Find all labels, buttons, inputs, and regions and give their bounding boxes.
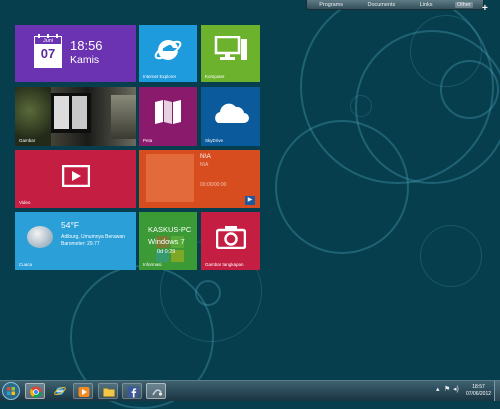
explorer-taskbar-button[interactable] [98, 383, 118, 399]
background-ring [195, 280, 221, 306]
folder-icon [103, 388, 115, 397]
weather-tile[interactable]: 54°F Adiburg, Umumnya Berawan Barometer:… [15, 212, 136, 270]
map-icon [155, 100, 181, 124]
camera-tile[interactable]: Gambar tangkapan [201, 212, 260, 270]
clock-tile[interactable]: Juni 07 18:56 Kamis [15, 25, 136, 82]
taskbar-time: 18:57 [472, 384, 485, 390]
background-ring [410, 15, 482, 87]
cloudy-weather-icon [27, 226, 53, 248]
chrome-taskbar-button[interactable] [25, 383, 45, 399]
show-desktop-button[interactable] [494, 381, 500, 401]
maps-tile[interactable]: Peta [139, 87, 197, 146]
background-ring [300, 0, 494, 184]
menu-programs[interactable]: Programs [317, 2, 345, 8]
chrome-icon [30, 386, 42, 398]
music-tile[interactable]: N\A N\A 00:00/00:00 ▶ [139, 150, 260, 208]
tile-label: Gambar tangkapan [205, 262, 244, 267]
add-tile-button[interactable]: + [482, 4, 488, 14]
clock-weekday: Kamis [70, 54, 100, 66]
tile-label: Video [19, 200, 31, 205]
taskbar-date: 07/06/2012 [466, 391, 492, 397]
facebook-taskbar-button[interactable] [122, 383, 142, 399]
tile-label: Informasi [143, 262, 162, 267]
internet-explorer-icon [154, 39, 182, 60]
taskbar: ▴ ⚑ ◂) 18:57 07/06/2012 [0, 380, 500, 401]
top-menu-bar: Programs Documents Links Other [306, 0, 484, 10]
video-tile[interactable]: Video [15, 150, 136, 208]
cloud-icon [215, 103, 249, 123]
pc-uptime: 0d 0:29 [157, 249, 176, 255]
tile-label: Cuaca [19, 262, 33, 267]
tile-label: SkyDrive [205, 138, 224, 143]
calendar-icon: Juni 07 [34, 34, 62, 68]
internet-explorer-icon [54, 386, 66, 396]
play-icon [62, 165, 90, 187]
background-ring [355, 30, 500, 184]
background-ring [420, 225, 482, 287]
weather-temperature: 54°F [61, 220, 80, 230]
tile-label: Komputer [205, 74, 225, 79]
next-track-button[interactable]: ▶ [245, 196, 255, 205]
track-title: N\A [200, 153, 211, 160]
weather-details: Adiburg, Umumnya Berawan Barometer: 29.7… [61, 234, 125, 247]
action-center-flag-icon[interactable]: ⚑ [444, 385, 450, 393]
background-ring [440, 60, 499, 119]
menu-documents[interactable]: Documents [365, 2, 397, 8]
start-orb-icon[interactable] [2, 382, 20, 400]
internet-explorer-tile[interactable]: Internet Explorer [139, 25, 197, 82]
app-window-icon [152, 389, 163, 396]
computer-tile[interactable]: Komputer [201, 25, 260, 82]
pc-os: Windows 7 [148, 237, 185, 246]
background-ring [275, 120, 409, 254]
facebook-icon [127, 386, 139, 398]
tile-label: Internet Explorer [143, 74, 177, 79]
weather-barometer: Barometer: 29.77 [61, 240, 100, 247]
computer-icon [214, 36, 247, 60]
skydrive-tile[interactable]: SkyDrive [201, 87, 260, 146]
show-hidden-icons-icon[interactable]: ▴ [436, 385, 440, 393]
tile-label: Gambar [19, 138, 36, 143]
pc-name: KASKUS-PC [148, 225, 192, 234]
volume-icon[interactable]: ◂) [453, 385, 459, 393]
tile-label: Peta [143, 138, 153, 143]
background-ring [350, 95, 372, 117]
calendar-day: 07 [40, 46, 56, 61]
app-window-taskbar-button[interactable] [146, 383, 166, 399]
menu-other[interactable]: Other [454, 1, 473, 8]
pictures-tile[interactable]: Gambar [15, 87, 136, 146]
menu-links[interactable]: Links [418, 2, 435, 8]
taskbar-clock[interactable]: 18:57 07/06/2012 [466, 384, 491, 398]
internet-explorer-taskbar-button[interactable] [50, 383, 70, 399]
track-time: 00:00/00:00 [200, 182, 227, 188]
camera-icon [216, 226, 246, 249]
track-artist: N\A [200, 162, 209, 168]
media-player-icon [78, 387, 90, 397]
media-player-taskbar-button[interactable] [73, 383, 93, 399]
weather-condition: Adiburg, Umumnya Berawan [61, 234, 125, 240]
album-art [146, 154, 194, 202]
pc-info-tile[interactable]: KASKUS-PC Windows 7 0d 0:29 Informasi [139, 212, 197, 270]
clock-time: 18:56 [70, 38, 103, 53]
